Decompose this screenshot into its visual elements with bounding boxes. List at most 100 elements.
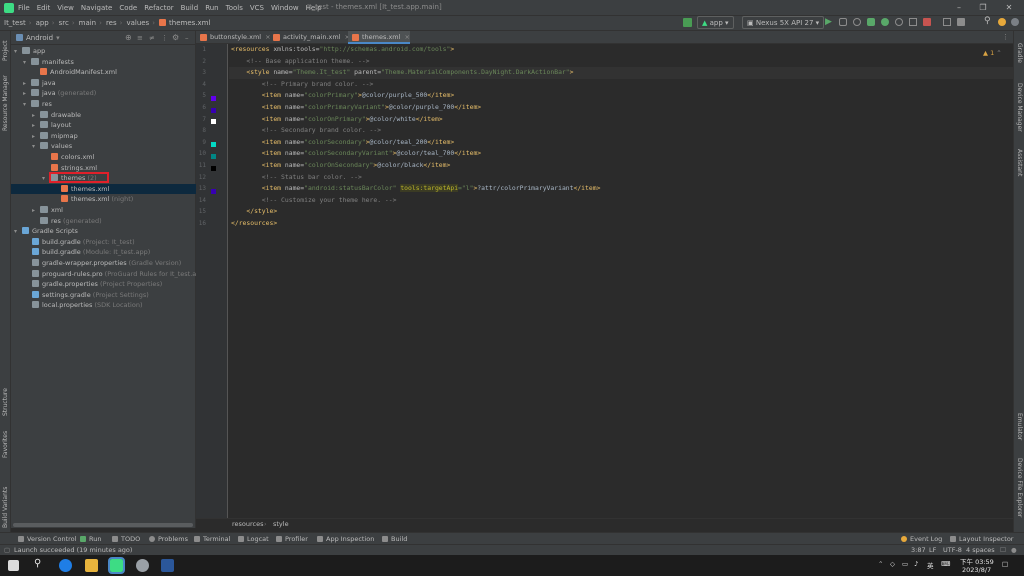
- search-icon[interactable]: ⚲: [34, 558, 41, 569]
- breadcrumb-main[interactable]: main: [79, 19, 97, 27]
- notification-icon[interactable]: □: [1002, 560, 1008, 568]
- edge-browser-icon[interactable]: [59, 559, 72, 572]
- resource-manager-tool-tab[interactable]: Resource Manager: [2, 75, 9, 131]
- device-file-explorer-tool-tab[interactable]: Device File Explorer: [1016, 458, 1023, 517]
- breadcrumb-file[interactable]: themes.xml: [159, 19, 210, 27]
- menu-view[interactable]: View: [57, 4, 74, 12]
- menu-code[interactable]: Code: [119, 4, 137, 12]
- tree-item-app[interactable]: ▾ app: [11, 46, 196, 56]
- debug-icon[interactable]: [867, 18, 875, 26]
- color-swatch-black[interactable]: [211, 166, 216, 171]
- gear-icon[interactable]: ⚙: [172, 33, 179, 42]
- run-icon[interactable]: ▶: [825, 17, 832, 27]
- emulator-tool-tab[interactable]: Emulator: [1016, 413, 1023, 440]
- tree-item-gradle-properties[interactable]: gradle.properties (Project Properties): [11, 279, 196, 289]
- tree-item-res[interactable]: ▾ res: [11, 99, 196, 109]
- tree-item-java[interactable]: ▸ java: [11, 78, 196, 88]
- close-icon[interactable]: ✕: [998, 0, 1020, 15]
- project-view-dropdown[interactable]: Android: [26, 34, 53, 42]
- device-dropdown[interactable]: ▣ Nexus 5X API 27 ▾: [742, 16, 825, 29]
- menu-file[interactable]: File: [18, 4, 30, 12]
- coverage-icon[interactable]: [881, 18, 889, 26]
- tree-item-proguard[interactable]: proguard-rules.pro (ProGuard Rules for I…: [11, 269, 207, 279]
- breadcrumb-src[interactable]: src: [59, 19, 69, 27]
- chevron-down-icon[interactable]: ▾: [56, 34, 60, 42]
- volume-icon[interactable]: ♪: [914, 560, 918, 568]
- warning-indicator[interactable]: ▲ 1 ⌃: [983, 49, 1002, 57]
- hide-panel-icon[interactable]: –: [185, 34, 189, 42]
- device-manager-icon[interactable]: [943, 18, 951, 26]
- app-taskbar-icon[interactable]: [136, 559, 149, 572]
- hammer-icon[interactable]: [683, 18, 692, 27]
- restore-icon[interactable]: ❐: [972, 0, 994, 15]
- profile-icon[interactable]: [895, 18, 903, 26]
- breadcrumb-app[interactable]: app: [36, 19, 49, 27]
- tree-item-manifests[interactable]: ▾ manifests: [11, 57, 196, 67]
- project-tool-tab[interactable]: Project: [2, 40, 9, 61]
- menu-refactor[interactable]: Refactor: [144, 4, 173, 12]
- options-icon[interactable]: ⋮: [161, 34, 168, 42]
- tree-item-themes-night[interactable]: themes.xml (night): [11, 194, 196, 204]
- apply-code-changes-icon[interactable]: [853, 18, 861, 26]
- tree-item-layout[interactable]: ▸ layout: [11, 120, 196, 130]
- windows-start-icon[interactable]: [8, 560, 19, 571]
- tray-overflow-icon[interactable]: ⌃: [878, 560, 883, 568]
- menu-vcs[interactable]: VCS: [250, 4, 264, 12]
- tree-item-xml[interactable]: ▸ xml: [11, 205, 196, 215]
- collapse-all-icon[interactable]: ≠: [149, 34, 155, 42]
- device-manager-tool-tab[interactable]: Device Manager: [1016, 83, 1023, 132]
- keyboard-icon[interactable]: ⌨: [941, 560, 950, 568]
- sdk-manager-icon[interactable]: [957, 18, 965, 26]
- tree-item-manifest-file[interactable]: AndroidManifest.xml: [11, 67, 196, 77]
- tab-buttonstyle[interactable]: buttonstyle.xml ×: [196, 31, 271, 44]
- search-icon[interactable]: ⚲: [984, 16, 991, 26]
- word-icon[interactable]: [161, 559, 174, 572]
- breadcrumb-values[interactable]: values: [126, 19, 149, 27]
- settings-icon[interactable]: [1011, 18, 1019, 26]
- editor-breadcrumb-resources[interactable]: resources: [232, 519, 264, 529]
- tree-item-gradle-wrapper[interactable]: gradle-wrapper.properties (Gradle Versio…: [11, 258, 196, 268]
- code-editor[interactable]: <resources xmlns:tools="http://schemas.a…: [229, 44, 1013, 518]
- tree-item-build-gradle-module[interactable]: build.gradle (Module: It_test.app): [11, 247, 196, 257]
- more-tabs-icon[interactable]: ⋮: [1002, 33, 1009, 41]
- apply-changes-icon[interactable]: [839, 18, 847, 26]
- horizontal-scrollbar[interactable]: [13, 523, 193, 527]
- tree-item-res-generated[interactable]: res (generated): [11, 216, 196, 226]
- build-variants-tool-tab[interactable]: Build Variants: [2, 487, 9, 528]
- tree-item-colors[interactable]: colors.xml: [11, 152, 196, 162]
- tree-item-build-gradle-project[interactable]: build.gradle (Project: It_test): [11, 237, 196, 247]
- menu-build[interactable]: Build: [181, 4, 199, 12]
- color-swatch-purple-700[interactable]: [211, 108, 216, 113]
- editor-breadcrumb-style[interactable]: style: [273, 519, 289, 529]
- breadcrumb-project[interactable]: It_test: [4, 19, 26, 27]
- tree-item-gradle-scripts[interactable]: ▾ Gradle Scripts: [11, 226, 196, 236]
- tree-item-values[interactable]: ▾ values: [11, 141, 196, 151]
- breadcrumb-res[interactable]: res: [106, 19, 117, 27]
- battery-icon[interactable]: ▭: [902, 560, 908, 568]
- tree-item-drawable[interactable]: ▸ drawable: [11, 110, 196, 120]
- menu-run[interactable]: Run: [205, 4, 218, 12]
- attach-debugger-icon[interactable]: [909, 18, 917, 26]
- color-swatch-status-bar[interactable]: [211, 189, 216, 194]
- expand-all-icon[interactable]: ≡: [137, 34, 143, 42]
- update-icon[interactable]: [998, 18, 1006, 26]
- tree-item-settings-gradle[interactable]: settings.gradle (Project Settings): [11, 290, 196, 300]
- favorites-tool-tab[interactable]: Favorites: [2, 431, 9, 458]
- tree-item-local-properties[interactable]: local.properties (SDK Location): [11, 300, 196, 310]
- color-swatch-teal-200[interactable]: [211, 142, 216, 147]
- android-studio-taskbar-icon[interactable]: [108, 557, 125, 574]
- tree-item-themes-xml[interactable]: themes.xml: [11, 183, 196, 194]
- tab-themes[interactable]: themes.xml ×: [348, 31, 410, 44]
- stop-icon[interactable]: [923, 18, 931, 26]
- assistant-tool-tab[interactable]: Assistant: [1016, 149, 1023, 176]
- run-config-dropdown[interactable]: ▲ app ▾: [697, 16, 734, 29]
- tree-item-java-generated[interactable]: ▸ java (generated): [11, 88, 196, 98]
- color-swatch-purple-500[interactable]: [211, 96, 216, 101]
- structure-tool-tab[interactable]: Structure: [2, 388, 9, 416]
- minimize-icon[interactable]: –: [948, 0, 970, 15]
- tree-item-mipmap[interactable]: ▸ mipmap: [11, 131, 196, 141]
- close-tab-icon[interactable]: ×: [404, 33, 409, 41]
- menu-tools[interactable]: Tools: [226, 4, 243, 12]
- clock-time[interactable]: 下午 03:59: [960, 556, 994, 566]
- network-icon[interactable]: ◇: [890, 560, 895, 568]
